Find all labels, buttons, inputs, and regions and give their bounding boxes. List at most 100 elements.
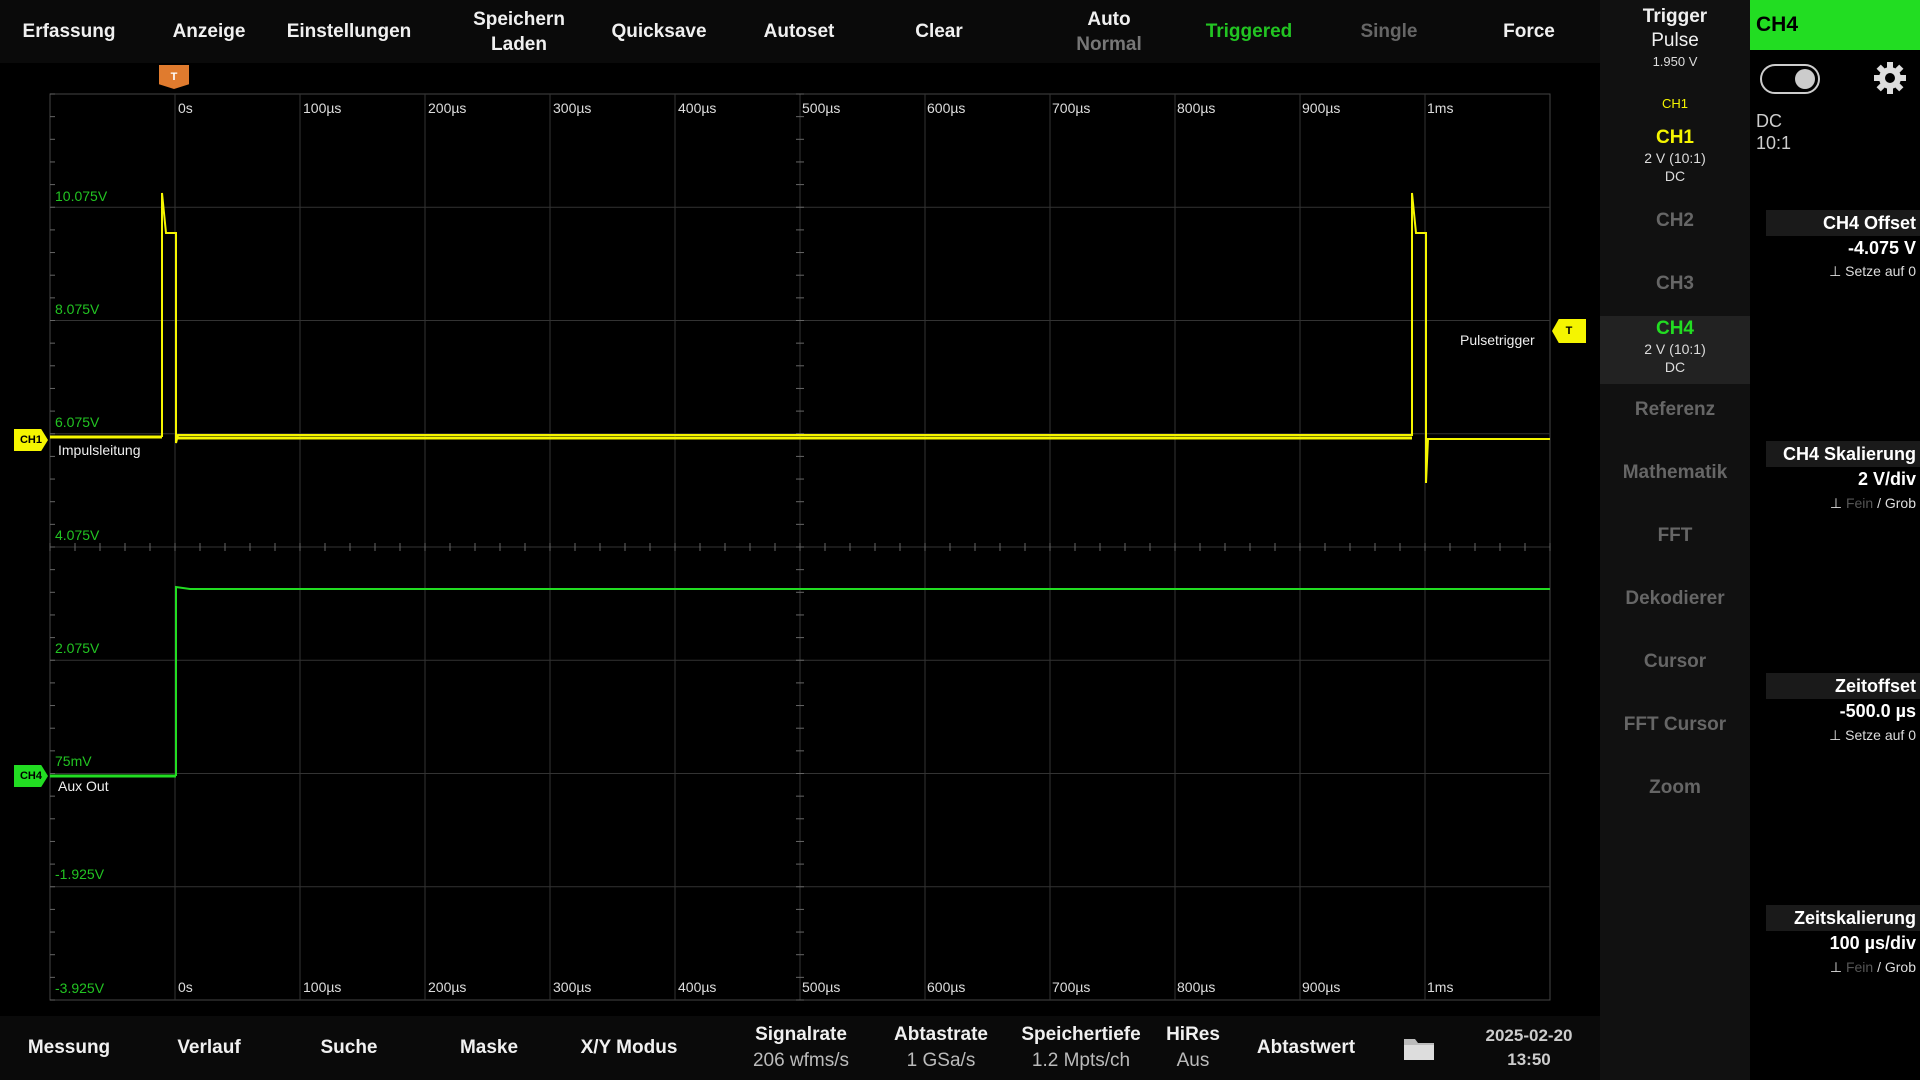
- folder-icon[interactable]: [1384, 1016, 1454, 1080]
- time-label: 0s: [178, 100, 193, 116]
- ch1-name: CH1: [1655, 127, 1694, 148]
- time-label: 500µs: [802, 979, 841, 995]
- volt-label: 10.075V: [55, 188, 108, 204]
- settings-panel: CH4 DC 10:1 CH4 Offset -4.075 V ⊥ Setze …: [1750, 0, 1920, 1080]
- zeitoffset-reset-hint[interactable]: ⊥ Setze auf 0: [1750, 727, 1916, 744]
- ch2-button[interactable]: CH2: [1600, 210, 1750, 232]
- time-label: 800µs: [1177, 100, 1216, 116]
- triggered-status[interactable]: Triggered: [1180, 0, 1318, 63]
- time-label: 400µs: [678, 979, 717, 995]
- time-label: 900µs: [1302, 979, 1341, 995]
- trigger-title: Trigger: [1642, 6, 1708, 27]
- ch3-button[interactable]: CH3: [1600, 273, 1750, 295]
- zeitskal-fine-coarse[interactable]: ⊥ Fein / Grob: [1750, 959, 1916, 976]
- verlauf-button[interactable]: Verlauf: [140, 1016, 278, 1080]
- volt-label: 4.075V: [55, 527, 100, 543]
- center-ticks: [49, 93, 1551, 1001]
- scale-value[interactable]: 2 V/div: [1750, 469, 1916, 490]
- trigger-source: CH1: [1661, 96, 1688, 111]
- settings-title: CH4: [1750, 0, 1920, 50]
- trigger-level: 1.950 V: [1652, 54, 1698, 69]
- menu-einstellungen[interactable]: Einstellungen: [280, 0, 418, 63]
- trigger-position-marker[interactable]: T: [159, 65, 189, 89]
- referenz-button[interactable]: Referenz: [1600, 399, 1750, 421]
- datetime-display: 2025-02-20 13:50: [1485, 1026, 1573, 1069]
- fft-button[interactable]: FFT: [1600, 525, 1750, 547]
- xy-mode-button[interactable]: X/Y Modus: [560, 1016, 698, 1080]
- quicksave-button[interactable]: Quicksave: [590, 0, 728, 63]
- ch1-label: Impulsleitung: [58, 442, 141, 458]
- time-label: 300µs: [553, 100, 592, 116]
- ch1-scale: 2 V (10:1): [1644, 150, 1706, 166]
- trigger-mode-toggle[interactable]: Auto Normal: [1040, 0, 1178, 63]
- mathematik-button[interactable]: Mathematik: [1600, 462, 1750, 484]
- top-menu-bar: Erfassung Anzeige Einstellungen Speicher…: [0, 0, 1600, 63]
- fft-cursor-button[interactable]: FFT Cursor: [1600, 714, 1750, 736]
- ch4-label: Aux Out: [58, 778, 109, 794]
- volt-label: -1.925V: [55, 866, 105, 882]
- bottom-bar: Messung Verlauf Suche Maske X/Y Modus Si…: [0, 1016, 1600, 1080]
- time-label: 100µs: [303, 979, 342, 995]
- single-button[interactable]: Single: [1320, 0, 1458, 63]
- zeitskal-label: Zeitskalierung: [1766, 905, 1920, 931]
- time-label: 1ms: [1427, 100, 1454, 116]
- ch1-offset-marker[interactable]: CH1: [14, 429, 48, 451]
- ch1-coupling: DC: [1664, 168, 1686, 184]
- autoset-button[interactable]: Autoset: [730, 0, 868, 63]
- ch4-offset-marker[interactable]: CH4: [14, 765, 48, 787]
- waveform-display[interactable]: [0, 63, 1600, 1016]
- zeitskal-value[interactable]: 100 µs/div: [1750, 933, 1916, 954]
- time-label: 500µs: [802, 100, 841, 116]
- scale-fine-coarse[interactable]: ⊥ Fein / Grob: [1750, 495, 1916, 512]
- time-label: 700µs: [1052, 100, 1091, 116]
- channel-panel: Trigger Pulse 1.950 V CH1 CH1 2 V (10:1)…: [1600, 0, 1750, 1080]
- ch4-coupling: DC: [1664, 359, 1686, 375]
- signalrate-display: Signalrate 206 wfms/s: [752, 1024, 850, 1071]
- messung-button[interactable]: Messung: [0, 1016, 138, 1080]
- force-button[interactable]: Force: [1460, 0, 1598, 63]
- trigger-type: Pulse: [1651, 30, 1699, 51]
- time-label: 0s: [178, 979, 193, 995]
- time-label: 800µs: [1177, 979, 1216, 995]
- trigger-level-marker[interactable]: T: [1552, 319, 1586, 343]
- zeitoffset-label: Zeitoffset: [1766, 673, 1920, 699]
- zeitoffset-value[interactable]: -500.0 µs: [1750, 701, 1916, 722]
- volt-label: 2.075V: [55, 640, 100, 656]
- coupling-info: DC 10:1: [1756, 110, 1791, 154]
- ch4-button[interactable]: CH4 2 V (10:1) DC: [1600, 316, 1750, 384]
- time-label: 900µs: [1302, 100, 1341, 116]
- trigger-info[interactable]: Trigger Pulse 1.950 V: [1600, 5, 1750, 71]
- time-label: 400µs: [678, 100, 717, 116]
- time-label: 200µs: [428, 979, 467, 995]
- menu-speichern-laden[interactable]: Speichern Laden: [450, 0, 588, 63]
- time-label: 700µs: [1052, 979, 1091, 995]
- speichertiefe-display: Speichertiefe 1.2 Mpts/ch: [1021, 1024, 1141, 1071]
- menu-anzeige[interactable]: Anzeige: [140, 0, 278, 63]
- coupling-value: DC: [1756, 111, 1782, 131]
- gear-icon[interactable]: [1872, 60, 1908, 96]
- maske-button[interactable]: Maske: [420, 1016, 558, 1080]
- volt-label: -3.925V: [55, 980, 105, 996]
- time-label: 100µs: [303, 100, 342, 116]
- ch4-name: CH4: [1655, 318, 1694, 339]
- channel-enable-toggle[interactable]: [1760, 64, 1820, 94]
- offset-value[interactable]: -4.075 V: [1750, 238, 1916, 259]
- suche-button[interactable]: Suche: [280, 1016, 418, 1080]
- ch1-button[interactable]: CH1 2 V (10:1) DC: [1600, 127, 1750, 185]
- abtastrate-display: Abtastrate 1 GSa/s: [894, 1024, 988, 1071]
- scale-label: CH4 Skalierung: [1766, 441, 1920, 467]
- offset-reset-hint[interactable]: ⊥ Setze auf 0: [1750, 263, 1916, 280]
- hires-display[interactable]: HiRes Aus: [1158, 1016, 1228, 1080]
- toggle-knob: [1795, 69, 1815, 89]
- time-label: 1ms: [1427, 979, 1454, 995]
- cursor-button[interactable]: Cursor: [1600, 651, 1750, 673]
- zoom-button[interactable]: Zoom: [1600, 777, 1750, 799]
- menu-erfassung[interactable]: Erfassung: [0, 0, 138, 63]
- dekodierer-button[interactable]: Dekodierer: [1600, 588, 1750, 610]
- time-label: 600µs: [927, 100, 966, 116]
- volt-label: 8.075V: [55, 301, 100, 317]
- time-label: 200µs: [428, 100, 467, 116]
- abtastwert-button[interactable]: Abtastwert: [1236, 1016, 1376, 1080]
- clear-button[interactable]: Clear: [870, 0, 1008, 63]
- volt-label: 75mV: [55, 753, 92, 769]
